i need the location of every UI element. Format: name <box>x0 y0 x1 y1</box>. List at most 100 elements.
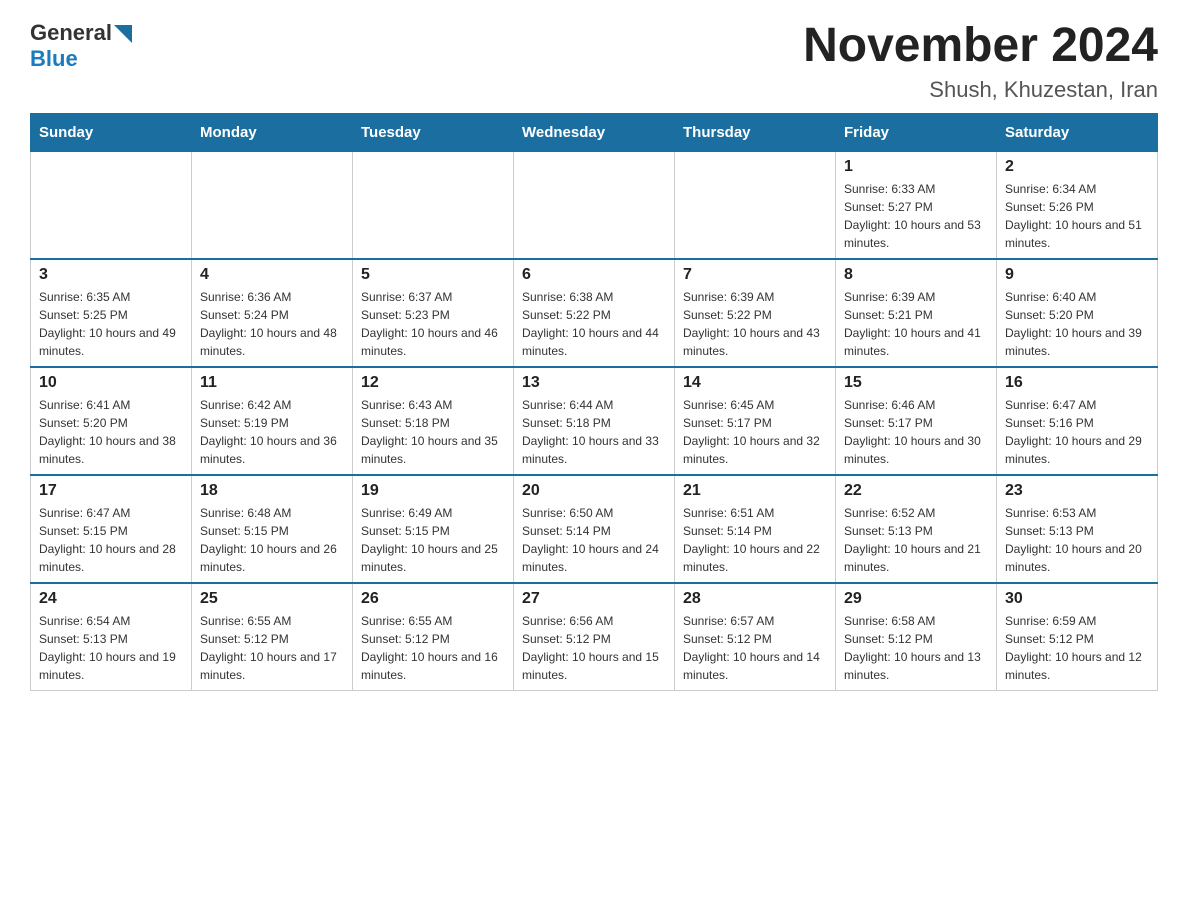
day-info: Sunrise: 6:42 AM Sunset: 5:19 PM Dayligh… <box>200 396 344 468</box>
logo: General Blue <box>30 20 132 72</box>
weekday-header-thursday: Thursday <box>675 113 836 151</box>
day-info: Sunrise: 6:54 AM Sunset: 5:13 PM Dayligh… <box>39 612 183 684</box>
day-info: Sunrise: 6:51 AM Sunset: 5:14 PM Dayligh… <box>683 504 827 576</box>
day-info: Sunrise: 6:53 AM Sunset: 5:13 PM Dayligh… <box>1005 504 1149 576</box>
day-info: Sunrise: 6:59 AM Sunset: 5:12 PM Dayligh… <box>1005 612 1149 684</box>
day-info: Sunrise: 6:39 AM Sunset: 5:21 PM Dayligh… <box>844 288 988 360</box>
day-info: Sunrise: 6:57 AM Sunset: 5:12 PM Dayligh… <box>683 612 827 684</box>
day-info: Sunrise: 6:41 AM Sunset: 5:20 PM Dayligh… <box>39 396 183 468</box>
weekday-header-sunday: Sunday <box>31 113 192 151</box>
day-number: 15 <box>844 374 988 392</box>
calendar-week-row: 3 Sunrise: 6:35 AM Sunset: 5:25 PM Daylig… <box>31 259 1158 367</box>
day-number: 6 <box>522 266 666 284</box>
day-number: 27 <box>522 590 666 608</box>
calendar-cell <box>353 151 514 259</box>
calendar-cell: 25 Sunrise: 6:55 AM Sunset: 5:12 PM Dayli… <box>192 583 353 691</box>
day-info: Sunrise: 6:36 AM Sunset: 5:24 PM Dayligh… <box>200 288 344 360</box>
day-number: 25 <box>200 590 344 608</box>
day-info: Sunrise: 6:52 AM Sunset: 5:13 PM Dayligh… <box>844 504 988 576</box>
day-info: Sunrise: 6:55 AM Sunset: 5:12 PM Dayligh… <box>361 612 505 684</box>
calendar-cell: 10 Sunrise: 6:41 AM Sunset: 5:20 PM Dayli… <box>31 367 192 475</box>
calendar-cell: 30 Sunrise: 6:59 AM Sunset: 5:12 PM Dayli… <box>997 583 1158 691</box>
calendar-cell: 22 Sunrise: 6:52 AM Sunset: 5:13 PM Dayli… <box>836 475 997 583</box>
calendar-week-row: 1 Sunrise: 6:33 AM Sunset: 5:27 PM Daylig… <box>31 151 1158 259</box>
calendar-cell: 11 Sunrise: 6:42 AM Sunset: 5:19 PM Dayli… <box>192 367 353 475</box>
day-number: 16 <box>1005 374 1149 392</box>
day-info: Sunrise: 6:33 AM Sunset: 5:27 PM Dayligh… <box>844 180 988 252</box>
calendar-cell: 16 Sunrise: 6:47 AM Sunset: 5:16 PM Dayli… <box>997 367 1158 475</box>
calendar-cell: 14 Sunrise: 6:45 AM Sunset: 5:17 PM Dayli… <box>675 367 836 475</box>
calendar-week-row: 24Sunrise: 6:54 AM Sunset: 5:13 PM Dayli… <box>31 583 1158 691</box>
day-number: 19 <box>361 482 505 500</box>
calendar-week-row: 10 Sunrise: 6:41 AM Sunset: 5:20 PM Dayli… <box>31 367 1158 475</box>
day-info: Sunrise: 6:39 AM Sunset: 5:22 PM Dayligh… <box>683 288 827 360</box>
calendar-cell <box>514 151 675 259</box>
calendar-table: SundayMondayTuesdayWednesdayThursdayFrid… <box>30 113 1158 691</box>
day-number: 30 <box>1005 590 1149 608</box>
location-subtitle: Shush, Khuzestan, Iran <box>803 77 1158 103</box>
day-info: Sunrise: 6:35 AM Sunset: 5:25 PM Dayligh… <box>39 288 183 360</box>
calendar-cell: 17 Sunrise: 6:47 AM Sunset: 5:15 PM Dayli… <box>31 475 192 583</box>
day-info: Sunrise: 6:56 AM Sunset: 5:12 PM Dayligh… <box>522 612 666 684</box>
day-number: 28 <box>683 590 827 608</box>
day-info: Sunrise: 6:44 AM Sunset: 5:18 PM Dayligh… <box>522 396 666 468</box>
day-info: Sunrise: 6:50 AM Sunset: 5:14 PM Dayligh… <box>522 504 666 576</box>
calendar-cell: 19 Sunrise: 6:49 AM Sunset: 5:15 PM Dayli… <box>353 475 514 583</box>
day-info: Sunrise: 6:47 AM Sunset: 5:16 PM Dayligh… <box>1005 396 1149 468</box>
logo-arrow-icon <box>114 25 132 43</box>
day-number: 17 <box>39 482 183 500</box>
day-number: 2 <box>1005 158 1149 176</box>
weekday-header-friday: Friday <box>836 113 997 151</box>
month-year-title: November 2024 <box>803 20 1158 73</box>
day-info: Sunrise: 6:38 AM Sunset: 5:22 PM Dayligh… <box>522 288 666 360</box>
day-number: 22 <box>844 482 988 500</box>
calendar-cell: 29Sunrise: 6:58 AM Sunset: 5:12 PM Dayli… <box>836 583 997 691</box>
weekday-header-tuesday: Tuesday <box>353 113 514 151</box>
calendar-cell: 21 Sunrise: 6:51 AM Sunset: 5:14 PM Dayli… <box>675 475 836 583</box>
calendar-cell: 5Sunrise: 6:37 AM Sunset: 5:23 PM Daylig… <box>353 259 514 367</box>
logo-general-text: General <box>30 20 112 46</box>
day-number: 5 <box>361 266 505 284</box>
day-info: Sunrise: 6:46 AM Sunset: 5:17 PM Dayligh… <box>844 396 988 468</box>
calendar-cell: 26 Sunrise: 6:55 AM Sunset: 5:12 PM Dayli… <box>353 583 514 691</box>
day-info: Sunrise: 6:48 AM Sunset: 5:15 PM Dayligh… <box>200 504 344 576</box>
day-number: 11 <box>200 374 344 392</box>
calendar-cell: 6 Sunrise: 6:38 AM Sunset: 5:22 PM Daylig… <box>514 259 675 367</box>
calendar-cell: 20 Sunrise: 6:50 AM Sunset: 5:14 PM Dayli… <box>514 475 675 583</box>
calendar-cell: 7Sunrise: 6:39 AM Sunset: 5:22 PM Daylig… <box>675 259 836 367</box>
day-number: 26 <box>361 590 505 608</box>
day-number: 29 <box>844 590 988 608</box>
calendar-cell: 12Sunrise: 6:43 AM Sunset: 5:18 PM Dayli… <box>353 367 514 475</box>
day-number: 12 <box>361 374 505 392</box>
day-number: 13 <box>522 374 666 392</box>
calendar-week-row: 17 Sunrise: 6:47 AM Sunset: 5:15 PM Dayli… <box>31 475 1158 583</box>
page-header: General Blue November 2024 Shush, Khuzes… <box>30 20 1158 103</box>
day-info: Sunrise: 6:47 AM Sunset: 5:15 PM Dayligh… <box>39 504 183 576</box>
calendar-cell: 3 Sunrise: 6:35 AM Sunset: 5:25 PM Daylig… <box>31 259 192 367</box>
logo-blue-text: Blue <box>30 46 78 72</box>
calendar-cell: 2Sunrise: 6:34 AM Sunset: 5:26 PM Daylig… <box>997 151 1158 259</box>
day-number: 18 <box>200 482 344 500</box>
calendar-cell: 23 Sunrise: 6:53 AM Sunset: 5:13 PM Dayli… <box>997 475 1158 583</box>
day-number: 23 <box>1005 482 1149 500</box>
calendar-cell <box>192 151 353 259</box>
calendar-cell: 1 Sunrise: 6:33 AM Sunset: 5:27 PM Daylig… <box>836 151 997 259</box>
calendar-cell: 28 Sunrise: 6:57 AM Sunset: 5:12 PM Dayli… <box>675 583 836 691</box>
calendar-cell: 18 Sunrise: 6:48 AM Sunset: 5:15 PM Dayli… <box>192 475 353 583</box>
calendar-cell <box>31 151 192 259</box>
day-number: 4 <box>200 266 344 284</box>
day-number: 21 <box>683 482 827 500</box>
day-info: Sunrise: 6:45 AM Sunset: 5:17 PM Dayligh… <box>683 396 827 468</box>
day-number: 14 <box>683 374 827 392</box>
day-number: 9 <box>1005 266 1149 284</box>
day-number: 3 <box>39 266 183 284</box>
day-number: 1 <box>844 158 988 176</box>
day-number: 20 <box>522 482 666 500</box>
day-info: Sunrise: 6:55 AM Sunset: 5:12 PM Dayligh… <box>200 612 344 684</box>
calendar-cell: 27 Sunrise: 6:56 AM Sunset: 5:12 PM Dayli… <box>514 583 675 691</box>
day-info: Sunrise: 6:49 AM Sunset: 5:15 PM Dayligh… <box>361 504 505 576</box>
day-number: 8 <box>844 266 988 284</box>
calendar-cell: 24Sunrise: 6:54 AM Sunset: 5:13 PM Dayli… <box>31 583 192 691</box>
calendar-header-row: SundayMondayTuesdayWednesdayThursdayFrid… <box>31 113 1158 151</box>
day-number: 10 <box>39 374 183 392</box>
